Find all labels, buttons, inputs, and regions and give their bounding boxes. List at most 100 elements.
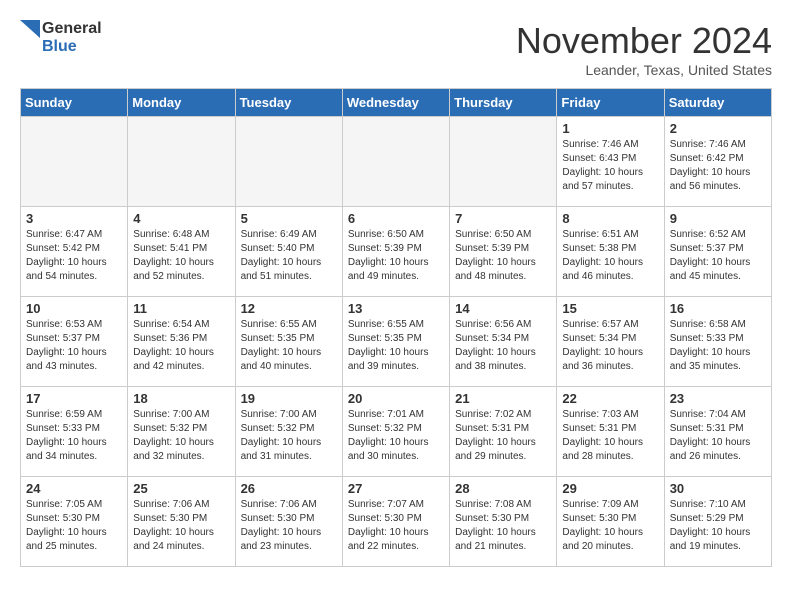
calendar-week-row: 10 Sunrise: 6:53 AM Sunset: 5:37 PM Dayli… — [21, 297, 772, 387]
calendar-cell: 16Sunrise: 6:58 AM Sunset: 5:33 PM Dayli… — [664, 297, 771, 387]
day-info: Sunrise: 6:56 AM Sunset: 5:34 PM Dayligh… — [455, 318, 551, 374]
day-info: Sunrise: 6:48 AM Sunset: 5:41 PM Dayligh… — [133, 228, 229, 284]
day-number: 4 — [133, 211, 229, 226]
calendar-cell — [21, 117, 128, 207]
calendar-cell: 24 Sunrise: 7:05 AM Sunset: 5:30 PM Dayli… — [21, 477, 128, 567]
day-info: Sunrise: 6:54 AM Sunset: 5:36 PM Dayligh… — [133, 318, 229, 374]
calendar-cell: 26 Sunrise: 7:06 AM Sunset: 5:30 PM Dayli… — [235, 477, 342, 567]
day-number: 2 — [670, 121, 766, 136]
day-number: 3 — [26, 211, 122, 226]
day-number: 18 — [133, 391, 229, 406]
calendar-week-row: 1 Sunrise: 7:46 AM Sunset: 6:43 PM Daylig… — [21, 117, 772, 207]
day-info: Sunrise: 7:01 AM Sunset: 5:32 PM Dayligh… — [348, 408, 444, 464]
weekday-header: Thursday — [450, 89, 557, 117]
calendar-week-row: 17 Sunrise: 6:59 AM Sunset: 5:33 PM Dayli… — [21, 387, 772, 477]
day-number: 1 — [562, 121, 658, 136]
weekday-header: Saturday — [664, 89, 771, 117]
weekday-header: Tuesday — [235, 89, 342, 117]
day-info: Sunrise: 6:50 AM Sunset: 5:39 PM Dayligh… — [455, 228, 551, 284]
calendar-cell: 18 Sunrise: 7:00 AM Sunset: 5:32 PM Dayli… — [128, 387, 235, 477]
day-info: Sunrise: 7:05 AM Sunset: 5:30 PM Dayligh… — [26, 498, 122, 554]
weekday-header: Sunday — [21, 89, 128, 117]
calendar-cell — [128, 117, 235, 207]
day-info: Sunrise: 6:50 AM Sunset: 5:39 PM Dayligh… — [348, 228, 444, 284]
day-number: 21 — [455, 391, 551, 406]
calendar-cell: 8Sunrise: 6:51 AM Sunset: 5:38 PM Daylig… — [557, 207, 664, 297]
calendar-cell — [342, 117, 449, 207]
day-number: 15 — [562, 301, 658, 316]
day-number: 25 — [133, 481, 229, 496]
calendar-cell: 5Sunrise: 6:49 AM Sunset: 5:40 PM Daylig… — [235, 207, 342, 297]
day-number: 29 — [562, 481, 658, 496]
day-number: 8 — [562, 211, 658, 226]
day-info: Sunrise: 7:00 AM Sunset: 5:32 PM Dayligh… — [241, 408, 337, 464]
logo: General Blue — [20, 20, 102, 57]
day-number: 12 — [241, 301, 337, 316]
day-info: Sunrise: 6:57 AM Sunset: 5:34 PM Dayligh… — [562, 318, 658, 374]
day-number: 16 — [670, 301, 766, 316]
calendar-cell — [450, 117, 557, 207]
calendar-header-row: SundayMondayTuesdayWednesdayThursdayFrid… — [21, 89, 772, 117]
day-info: Sunrise: 7:06 AM Sunset: 5:30 PM Dayligh… — [241, 498, 337, 554]
logo-blue: Blue — [42, 38, 102, 56]
calendar-cell: 11 Sunrise: 6:54 AM Sunset: 5:36 PM Dayli… — [128, 297, 235, 387]
day-info: Sunrise: 7:03 AM Sunset: 5:31 PM Dayligh… — [562, 408, 658, 464]
day-info: Sunrise: 6:55 AM Sunset: 5:35 PM Dayligh… — [241, 318, 337, 374]
calendar-cell: 2 Sunrise: 7:46 AM Sunset: 6:42 PM Daylig… — [664, 117, 771, 207]
weekday-header: Monday — [128, 89, 235, 117]
calendar-cell: 3 Sunrise: 6:47 AM Sunset: 5:42 PM Daylig… — [21, 207, 128, 297]
day-info: Sunrise: 6:53 AM Sunset: 5:37 PM Dayligh… — [26, 318, 122, 374]
calendar-cell: 1 Sunrise: 7:46 AM Sunset: 6:43 PM Daylig… — [557, 117, 664, 207]
day-number: 27 — [348, 481, 444, 496]
location: Leander, Texas, United States — [516, 62, 772, 78]
day-number: 24 — [26, 481, 122, 496]
calendar-week-row: 3 Sunrise: 6:47 AM Sunset: 5:42 PM Daylig… — [21, 207, 772, 297]
calendar-cell: 12 Sunrise: 6:55 AM Sunset: 5:35 PM Dayli… — [235, 297, 342, 387]
calendar-cell: 10 Sunrise: 6:53 AM Sunset: 5:37 PM Dayli… — [21, 297, 128, 387]
calendar-table: SundayMondayTuesdayWednesdayThursdayFrid… — [20, 88, 772, 567]
day-number: 30 — [670, 481, 766, 496]
day-info: Sunrise: 6:47 AM Sunset: 5:42 PM Dayligh… — [26, 228, 122, 284]
day-number: 17 — [26, 391, 122, 406]
calendar-cell: 13Sunrise: 6:55 AM Sunset: 5:35 PM Dayli… — [342, 297, 449, 387]
day-number: 28 — [455, 481, 551, 496]
title-block: November 2024 Leander, Texas, United Sta… — [516, 20, 772, 78]
day-number: 7 — [455, 211, 551, 226]
logo-general: General — [42, 20, 102, 38]
calendar-cell: 17 Sunrise: 6:59 AM Sunset: 5:33 PM Dayli… — [21, 387, 128, 477]
day-number: 5 — [241, 211, 337, 226]
calendar-cell: 23 Sunrise: 7:04 AM Sunset: 5:31 PM Dayli… — [664, 387, 771, 477]
day-info: Sunrise: 7:09 AM Sunset: 5:30 PM Dayligh… — [562, 498, 658, 554]
day-number: 10 — [26, 301, 122, 316]
logo-arrow-icon — [20, 20, 40, 56]
calendar-cell: 22 Sunrise: 7:03 AM Sunset: 5:31 PM Dayli… — [557, 387, 664, 477]
day-info: Sunrise: 7:46 AM Sunset: 6:43 PM Dayligh… — [562, 138, 658, 194]
day-number: 19 — [241, 391, 337, 406]
calendar-cell: 30Sunrise: 7:10 AM Sunset: 5:29 PM Dayli… — [664, 477, 771, 567]
day-info: Sunrise: 7:07 AM Sunset: 5:30 PM Dayligh… — [348, 498, 444, 554]
day-number: 26 — [241, 481, 337, 496]
day-info: Sunrise: 6:55 AM Sunset: 5:35 PM Dayligh… — [348, 318, 444, 374]
weekday-header: Friday — [557, 89, 664, 117]
day-info: Sunrise: 7:04 AM Sunset: 5:31 PM Dayligh… — [670, 408, 766, 464]
calendar-cell: 21 Sunrise: 7:02 AM Sunset: 5:31 PM Dayli… — [450, 387, 557, 477]
calendar-cell: 9 Sunrise: 6:52 AM Sunset: 5:37 PM Daylig… — [664, 207, 771, 297]
page-header: General Blue November 2024 Leander, Texa… — [20, 20, 772, 78]
calendar-cell: 15 Sunrise: 6:57 AM Sunset: 5:34 PM Dayli… — [557, 297, 664, 387]
day-number: 9 — [670, 211, 766, 226]
day-info: Sunrise: 7:00 AM Sunset: 5:32 PM Dayligh… — [133, 408, 229, 464]
calendar-week-row: 24 Sunrise: 7:05 AM Sunset: 5:30 PM Dayli… — [21, 477, 772, 567]
day-number: 11 — [133, 301, 229, 316]
weekday-header: Wednesday — [342, 89, 449, 117]
day-number: 23 — [670, 391, 766, 406]
day-info: Sunrise: 7:02 AM Sunset: 5:31 PM Dayligh… — [455, 408, 551, 464]
calendar-cell: 29 Sunrise: 7:09 AM Sunset: 5:30 PM Dayli… — [557, 477, 664, 567]
calendar-cell: 28 Sunrise: 7:08 AM Sunset: 5:30 PM Dayli… — [450, 477, 557, 567]
day-info: Sunrise: 6:52 AM Sunset: 5:37 PM Dayligh… — [670, 228, 766, 284]
day-info: Sunrise: 7:46 AM Sunset: 6:42 PM Dayligh… — [670, 138, 766, 194]
day-number: 22 — [562, 391, 658, 406]
day-info: Sunrise: 6:59 AM Sunset: 5:33 PM Dayligh… — [26, 408, 122, 464]
day-info: Sunrise: 7:08 AM Sunset: 5:30 PM Dayligh… — [455, 498, 551, 554]
day-info: Sunrise: 7:06 AM Sunset: 5:30 PM Dayligh… — [133, 498, 229, 554]
calendar-cell: 4 Sunrise: 6:48 AM Sunset: 5:41 PM Daylig… — [128, 207, 235, 297]
